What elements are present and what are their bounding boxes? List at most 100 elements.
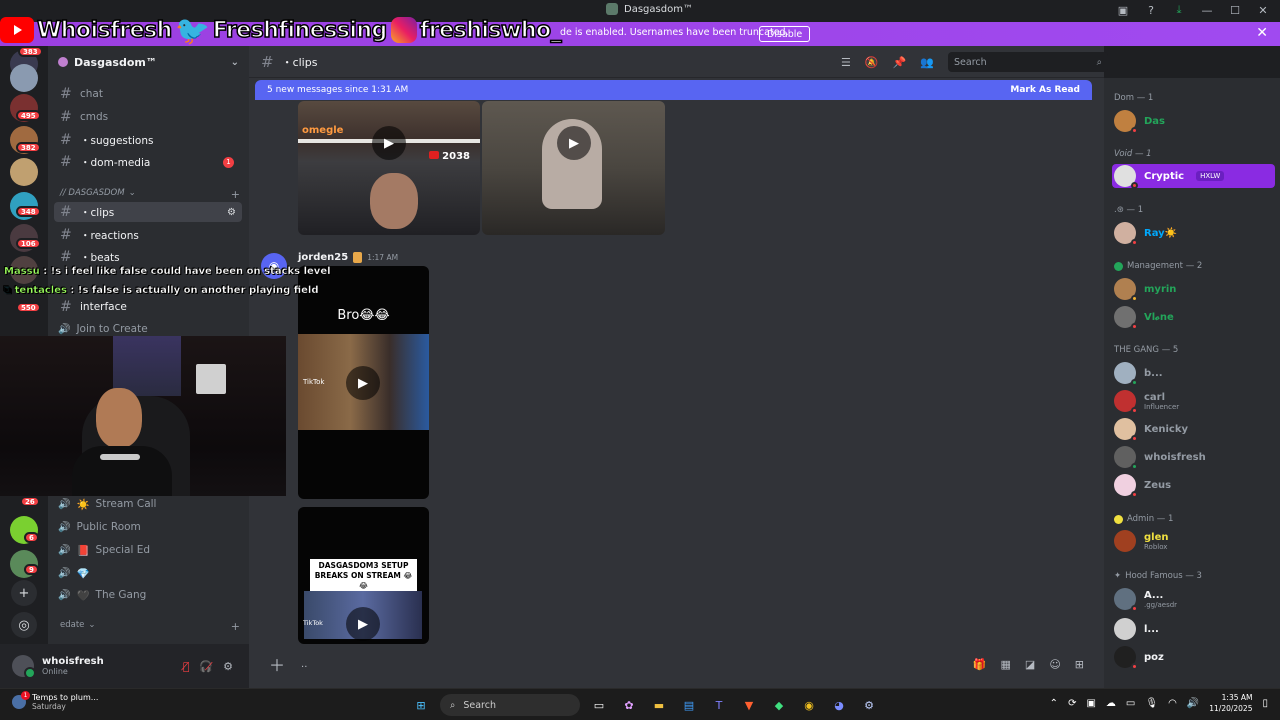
video-attachment[interactable]: ▶: [482, 101, 665, 235]
server-icon[interactable]: [10, 64, 38, 92]
gear-icon[interactable]: ⚙: [223, 660, 233, 673]
sticker-icon[interactable]: ◪: [1025, 658, 1035, 671]
app-icon[interactable]: ◆: [768, 694, 790, 716]
notification-icon[interactable]: ▯: [1262, 698, 1268, 709]
server-header[interactable]: Dasgasdom™ ⌄: [48, 46, 249, 78]
add-channel-icon[interactable]: +: [231, 620, 240, 633]
threads-icon[interactable]: ☰: [841, 56, 851, 69]
member-item[interactable]: Das: [1114, 110, 1274, 134]
play-icon[interactable]: ▶: [372, 126, 406, 160]
gift-icon[interactable]: 🎁: [973, 658, 987, 671]
brave-icon[interactable]: ▼: [738, 694, 760, 716]
close-icon[interactable]: ✕: [1256, 25, 1268, 41]
category-dasgasdom[interactable]: // DASGASDOM ⌄ +: [60, 188, 240, 201]
windows-start-icon[interactable]: ⊞: [410, 694, 432, 716]
channel-name: cmds: [80, 111, 109, 123]
channel-chat[interactable]: # chat: [54, 84, 242, 104]
mark-as-read-button[interactable]: Mark As Read: [1010, 85, 1080, 95]
explore-icon[interactable]: ◎: [11, 612, 37, 638]
video-attachment[interactable]: DASGASDOM3 SETUP BREAKS ON STREAM 😂😂 Tik…: [298, 507, 429, 644]
store-icon[interactable]: ▤: [678, 694, 700, 716]
member-item[interactable]: Cryptic HXLW: [1112, 164, 1275, 189]
new-messages-bar[interactable]: 5 new messages since 1:31 AM Mark As Rea…: [255, 80, 1092, 100]
task-view-icon[interactable]: ▭: [588, 694, 610, 716]
apps-icon[interactable]: ⊞: [1075, 658, 1084, 671]
voice-the-gang[interactable]: 🔊 🖤 The Gang: [58, 585, 146, 605]
play-icon[interactable]: ▶: [346, 366, 380, 400]
voice-stream-call[interactable]: 🔊 ☀️ Stream Call: [58, 494, 156, 514]
member-item[interactable]: Vl𝓸ne: [1114, 306, 1274, 330]
search-input[interactable]: Search ⌕: [948, 52, 1108, 72]
mic-muted-icon[interactable]: 🎙̸: [183, 660, 190, 673]
pin-icon[interactable]: 📌: [893, 56, 907, 69]
member-item[interactable]: glen Roblox: [1114, 530, 1274, 552]
chrome-icon[interactable]: ◉: [798, 694, 820, 716]
add-server-button[interactable]: +: [11, 580, 37, 606]
minimize-button[interactable]: —: [1200, 3, 1214, 17]
display-icon[interactable]: ▭: [1126, 698, 1135, 709]
channel-clips[interactable]: # ・clips ⚙: [54, 202, 242, 222]
member-list-icon[interactable]: 👥: [920, 56, 934, 69]
sync-icon[interactable]: ⟳: [1068, 698, 1076, 709]
chevron-up-icon[interactable]: ⌃: [1050, 698, 1058, 709]
discord-icon[interactable]: ◕: [828, 694, 850, 716]
play-icon[interactable]: ▶: [557, 126, 591, 160]
server-icon[interactable]: [10, 158, 38, 186]
teams-icon[interactable]: T: [708, 694, 730, 716]
inbox-icon[interactable]: ▣: [1116, 3, 1130, 17]
mic-icon[interactable]: 🎙: [1145, 698, 1158, 709]
file-explorer-icon[interactable]: ▬: [648, 694, 670, 716]
steam-icon[interactable]: ⚙: [858, 694, 880, 716]
wifi-icon[interactable]: ◠: [1168, 698, 1177, 709]
close-button[interactable]: ✕: [1256, 3, 1270, 17]
voice-public-room[interactable]: 🔊 Public Room: [58, 517, 141, 537]
download-icon[interactable]: ⤓: [1172, 3, 1186, 17]
channel-beats[interactable]: # ・beats: [54, 247, 242, 267]
taskbar-search[interactable]: ⌕ Search: [440, 694, 580, 716]
member-group-header: ✦ Hood Famous — 3: [1114, 571, 1202, 581]
gif-icon[interactable]: ▦: [1001, 658, 1011, 671]
disable-streamer-mode-button[interactable]: Disable: [759, 26, 811, 42]
member-group-label: Hood Famous — 3: [1125, 571, 1202, 581]
channel-reactions[interactable]: # ・reactions: [54, 225, 242, 245]
notification-muted-icon[interactable]: 🔕: [865, 56, 879, 69]
message-composer[interactable]: ＋ .. 🎁 ▦ ◪ ☺ ⊞: [257, 649, 1096, 679]
maximize-button[interactable]: ☐: [1228, 3, 1242, 17]
member-item[interactable]: A... .gg/aesdr: [1114, 588, 1274, 612]
emoji-icon[interactable]: ☺: [1049, 658, 1060, 671]
volume-icon[interactable]: 🔊: [1187, 698, 1199, 709]
video-attachment[interactable]: omegle 2038 ▶: [298, 101, 480, 235]
channel-settings-icon[interactable]: ⚙: [227, 207, 236, 218]
cloud-icon[interactable]: ☁: [1106, 698, 1116, 709]
weather-widget[interactable]: Temps to plum... Saturday: [12, 691, 98, 711]
deafen-icon[interactable]: 🎧̸: [199, 660, 213, 673]
member-item[interactable]: carl Influencer: [1114, 390, 1274, 414]
tray-app-icon[interactable]: ▣: [1086, 698, 1095, 709]
copilot-icon[interactable]: ✿: [618, 694, 640, 716]
member-item[interactable]: whoisfresh: [1114, 446, 1274, 470]
help-icon[interactable]: ?: [1144, 3, 1158, 17]
unread-badge: 26: [20, 496, 40, 507]
member-item[interactable]: Ray☀️: [1114, 222, 1274, 246]
member-item[interactable]: Zeus: [1114, 474, 1274, 498]
member-item[interactable]: l...: [1114, 618, 1274, 640]
voice-diamond[interactable]: 🔊 💎: [58, 563, 90, 583]
channel-suggestions[interactable]: # ・suggestions: [54, 130, 242, 150]
channel-dom-media[interactable]: # ・dom-media 1: [54, 152, 242, 172]
avatar[interactable]: [12, 655, 36, 679]
author-name[interactable]: jorden25: [298, 252, 348, 263]
add-attachment-icon[interactable]: ＋: [269, 652, 285, 676]
channel-interface[interactable]: # interface: [54, 297, 242, 317]
member-item[interactable]: Kenicky: [1114, 418, 1274, 442]
add-channel-icon[interactable]: +: [231, 188, 240, 201]
category-edate[interactable]: edate ⌄ +: [60, 620, 240, 633]
play-icon[interactable]: ▶: [346, 607, 380, 641]
clock[interactable]: 1:35 AM 11/20/2025: [1209, 693, 1252, 714]
voice-special-ed[interactable]: 🔊 📕 Special Ed: [58, 540, 150, 560]
video-attachment[interactable]: Bro😂😂 TikTok ▶: [298, 266, 429, 499]
server-icon: [606, 3, 618, 15]
member-item[interactable]: myrin: [1114, 278, 1274, 302]
member-item[interactable]: poz: [1114, 646, 1274, 670]
channel-cmds[interactable]: # cmds: [54, 107, 242, 127]
member-item[interactable]: b...: [1114, 362, 1274, 386]
